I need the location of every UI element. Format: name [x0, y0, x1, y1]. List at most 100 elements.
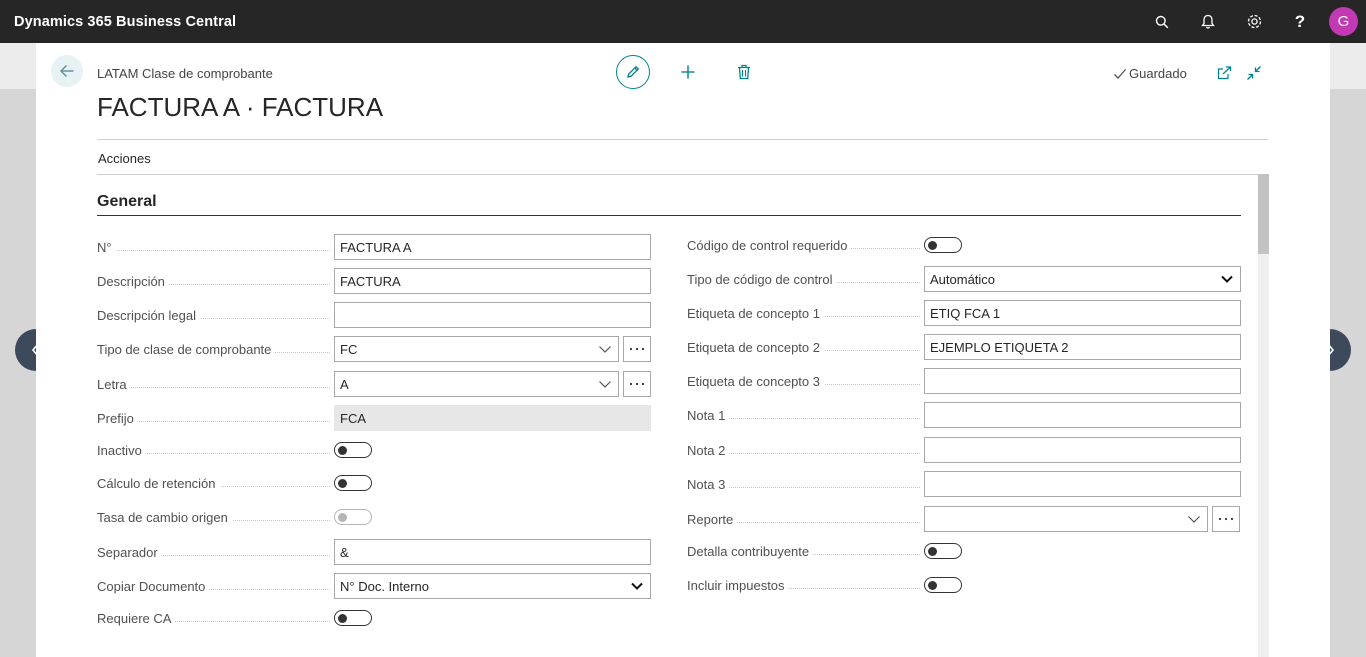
- etiqueta-2-input[interactable]: EJEMPLO ETIQUETA 2: [924, 334, 1241, 360]
- tipo-clase-select[interactable]: FC: [334, 336, 619, 362]
- field-label: Reporte: [687, 511, 738, 527]
- more-icon: [1218, 517, 1234, 521]
- field-tasa-cambio: Tasa de cambio origen: [97, 509, 372, 525]
- separador-input[interactable]: &: [334, 539, 651, 565]
- section-divider: [97, 215, 1241, 216]
- popout-icon: [1217, 66, 1231, 80]
- field-calculo-retencion: Cálculo de retención: [97, 475, 372, 491]
- field-label: Cálculo de retención: [97, 475, 220, 491]
- chevron-down-icon: [1188, 516, 1200, 523]
- etiqueta-1-input[interactable]: ETIQ FCA 1: [924, 300, 1241, 326]
- help-button[interactable]: ?: [1277, 0, 1323, 43]
- new-button[interactable]: [676, 60, 700, 84]
- field-etiqueta-2: Etiqueta de concepto 2 EJEMPLO ETIQUETA …: [687, 334, 1241, 360]
- field-inactivo: Inactivo: [97, 442, 372, 458]
- field-label: Descripción: [97, 273, 169, 289]
- letra-lookup-button[interactable]: [623, 371, 651, 397]
- field-tipo-codigo-control: Tipo de código de control Automático: [687, 266, 1241, 292]
- nota-3-input[interactable]: [924, 471, 1241, 497]
- reporte-select[interactable]: [924, 506, 1208, 532]
- field-requiere-ca: Requiere CA: [97, 610, 372, 626]
- field-label: Copiar Documento: [97, 578, 210, 594]
- field-label: Tipo de código de control: [687, 271, 837, 287]
- page-title: FACTURA A · FACTURA: [97, 92, 384, 122]
- field-no: N° FACTURA A: [97, 234, 651, 260]
- field-label: Letra: [97, 376, 131, 392]
- field-descripcion: Descripción FACTURA: [97, 268, 651, 294]
- search-icon: [1155, 15, 1169, 28]
- field-label: Nota 2: [687, 442, 730, 458]
- no-input[interactable]: FACTURA A: [334, 234, 651, 260]
- scrollbar[interactable]: [1258, 174, 1269, 657]
- edit-button[interactable]: [616, 55, 650, 89]
- field-label: Tipo de clase de comprobante: [97, 341, 276, 357]
- back-arrow-icon: [60, 65, 74, 77]
- copiar-documento-value: N° Doc. Interno: [340, 578, 430, 594]
- app-title[interactable]: Dynamics 365 Business Central: [14, 14, 236, 30]
- scrollbar-thumb[interactable]: [1258, 174, 1269, 254]
- tipo-clase-value: FC: [340, 341, 358, 357]
- letra-value: A: [340, 376, 349, 392]
- field-etiqueta-3: Etiqueta de concepto 3: [687, 368, 1241, 394]
- field-etiqueta-1: Etiqueta de concepto 1 ETIQ FCA 1: [687, 300, 1241, 326]
- etiqueta-3-input[interactable]: [924, 368, 1241, 394]
- help-icon: ?: [1294, 11, 1306, 31]
- copiar-documento-select[interactable]: N° Doc. Interno: [334, 573, 651, 599]
- incluir-impuestos-toggle[interactable]: [924, 577, 962, 593]
- collapse-button[interactable]: [1244, 63, 1264, 83]
- app-bar: Dynamics 365 Business Central ? G: [0, 0, 1366, 43]
- field-nota-2: Nota 2: [687, 437, 1241, 463]
- inactivo-toggle[interactable]: [334, 442, 372, 458]
- field-label: Etiqueta de concepto 1: [687, 305, 824, 321]
- delete-button[interactable]: [732, 60, 756, 84]
- open-new-window-button[interactable]: [1214, 63, 1234, 83]
- collapse-icon: [1247, 66, 1261, 80]
- more-icon: [629, 382, 645, 386]
- field-label: Nota 3: [687, 476, 730, 492]
- field-separador: Separador &: [97, 539, 651, 565]
- actions-menu[interactable]: Acciones: [98, 151, 151, 166]
- field-tipo-clase: Tipo de clase de comprobante FC: [97, 336, 651, 362]
- field-copiar-documento: Copiar Documento N° Doc. Interno: [97, 573, 651, 599]
- checkmark-icon: [1114, 68, 1126, 79]
- field-label: N°: [97, 239, 116, 255]
- field-label: Etiqueta de concepto 2: [687, 339, 824, 355]
- chevron-down-icon: [631, 582, 643, 590]
- field-label: Etiqueta de concepto 3: [687, 373, 824, 389]
- nota-2-input[interactable]: [924, 437, 1241, 463]
- field-label: Descripción legal: [97, 307, 200, 323]
- field-label: Detalla contribuyente: [687, 543, 814, 559]
- prefijo-readonly: FCA: [334, 405, 651, 431]
- field-detalla-contribuyente: Detalla contribuyente: [687, 543, 962, 559]
- nota-1-input[interactable]: [924, 402, 1241, 428]
- field-nota-1: Nota 1: [687, 402, 1241, 428]
- plus-icon: [681, 65, 695, 79]
- chevron-down-icon: [1221, 275, 1233, 283]
- calculo-retencion-toggle[interactable]: [334, 475, 372, 491]
- chevron-down-icon: [599, 346, 611, 353]
- trash-icon: [738, 64, 750, 80]
- field-letra: Letra A: [97, 371, 651, 397]
- descripcion-input[interactable]: FACTURA: [334, 268, 651, 294]
- reporte-lookup-button[interactable]: [1212, 506, 1240, 532]
- bell-icon: [1201, 14, 1215, 29]
- search-button[interactable]: [1139, 0, 1185, 43]
- field-label: Prefijo: [97, 410, 138, 426]
- detalla-contribuyente-toggle[interactable]: [924, 543, 962, 559]
- field-descripcion-legal: Descripción legal: [97, 302, 651, 328]
- codigo-control-toggle[interactable]: [924, 237, 962, 253]
- letra-select[interactable]: A: [334, 371, 619, 397]
- saved-status: Guardado: [1113, 66, 1187, 81]
- requiere-ca-toggle[interactable]: [334, 610, 372, 626]
- field-label: Separador: [97, 544, 162, 560]
- descripcion-legal-input[interactable]: [334, 302, 651, 328]
- notifications-button[interactable]: [1185, 0, 1231, 43]
- tipo-clase-lookup-button[interactable]: [623, 336, 651, 362]
- back-button[interactable]: [51, 55, 83, 87]
- tipo-codigo-control-select[interactable]: Automático: [924, 266, 1241, 292]
- settings-button[interactable]: [1231, 0, 1277, 43]
- tasa-cambio-toggle: [334, 509, 372, 525]
- avatar[interactable]: G: [1329, 7, 1358, 36]
- section-title[interactable]: General: [97, 193, 157, 211]
- field-label: Código de control requerido: [687, 237, 852, 253]
